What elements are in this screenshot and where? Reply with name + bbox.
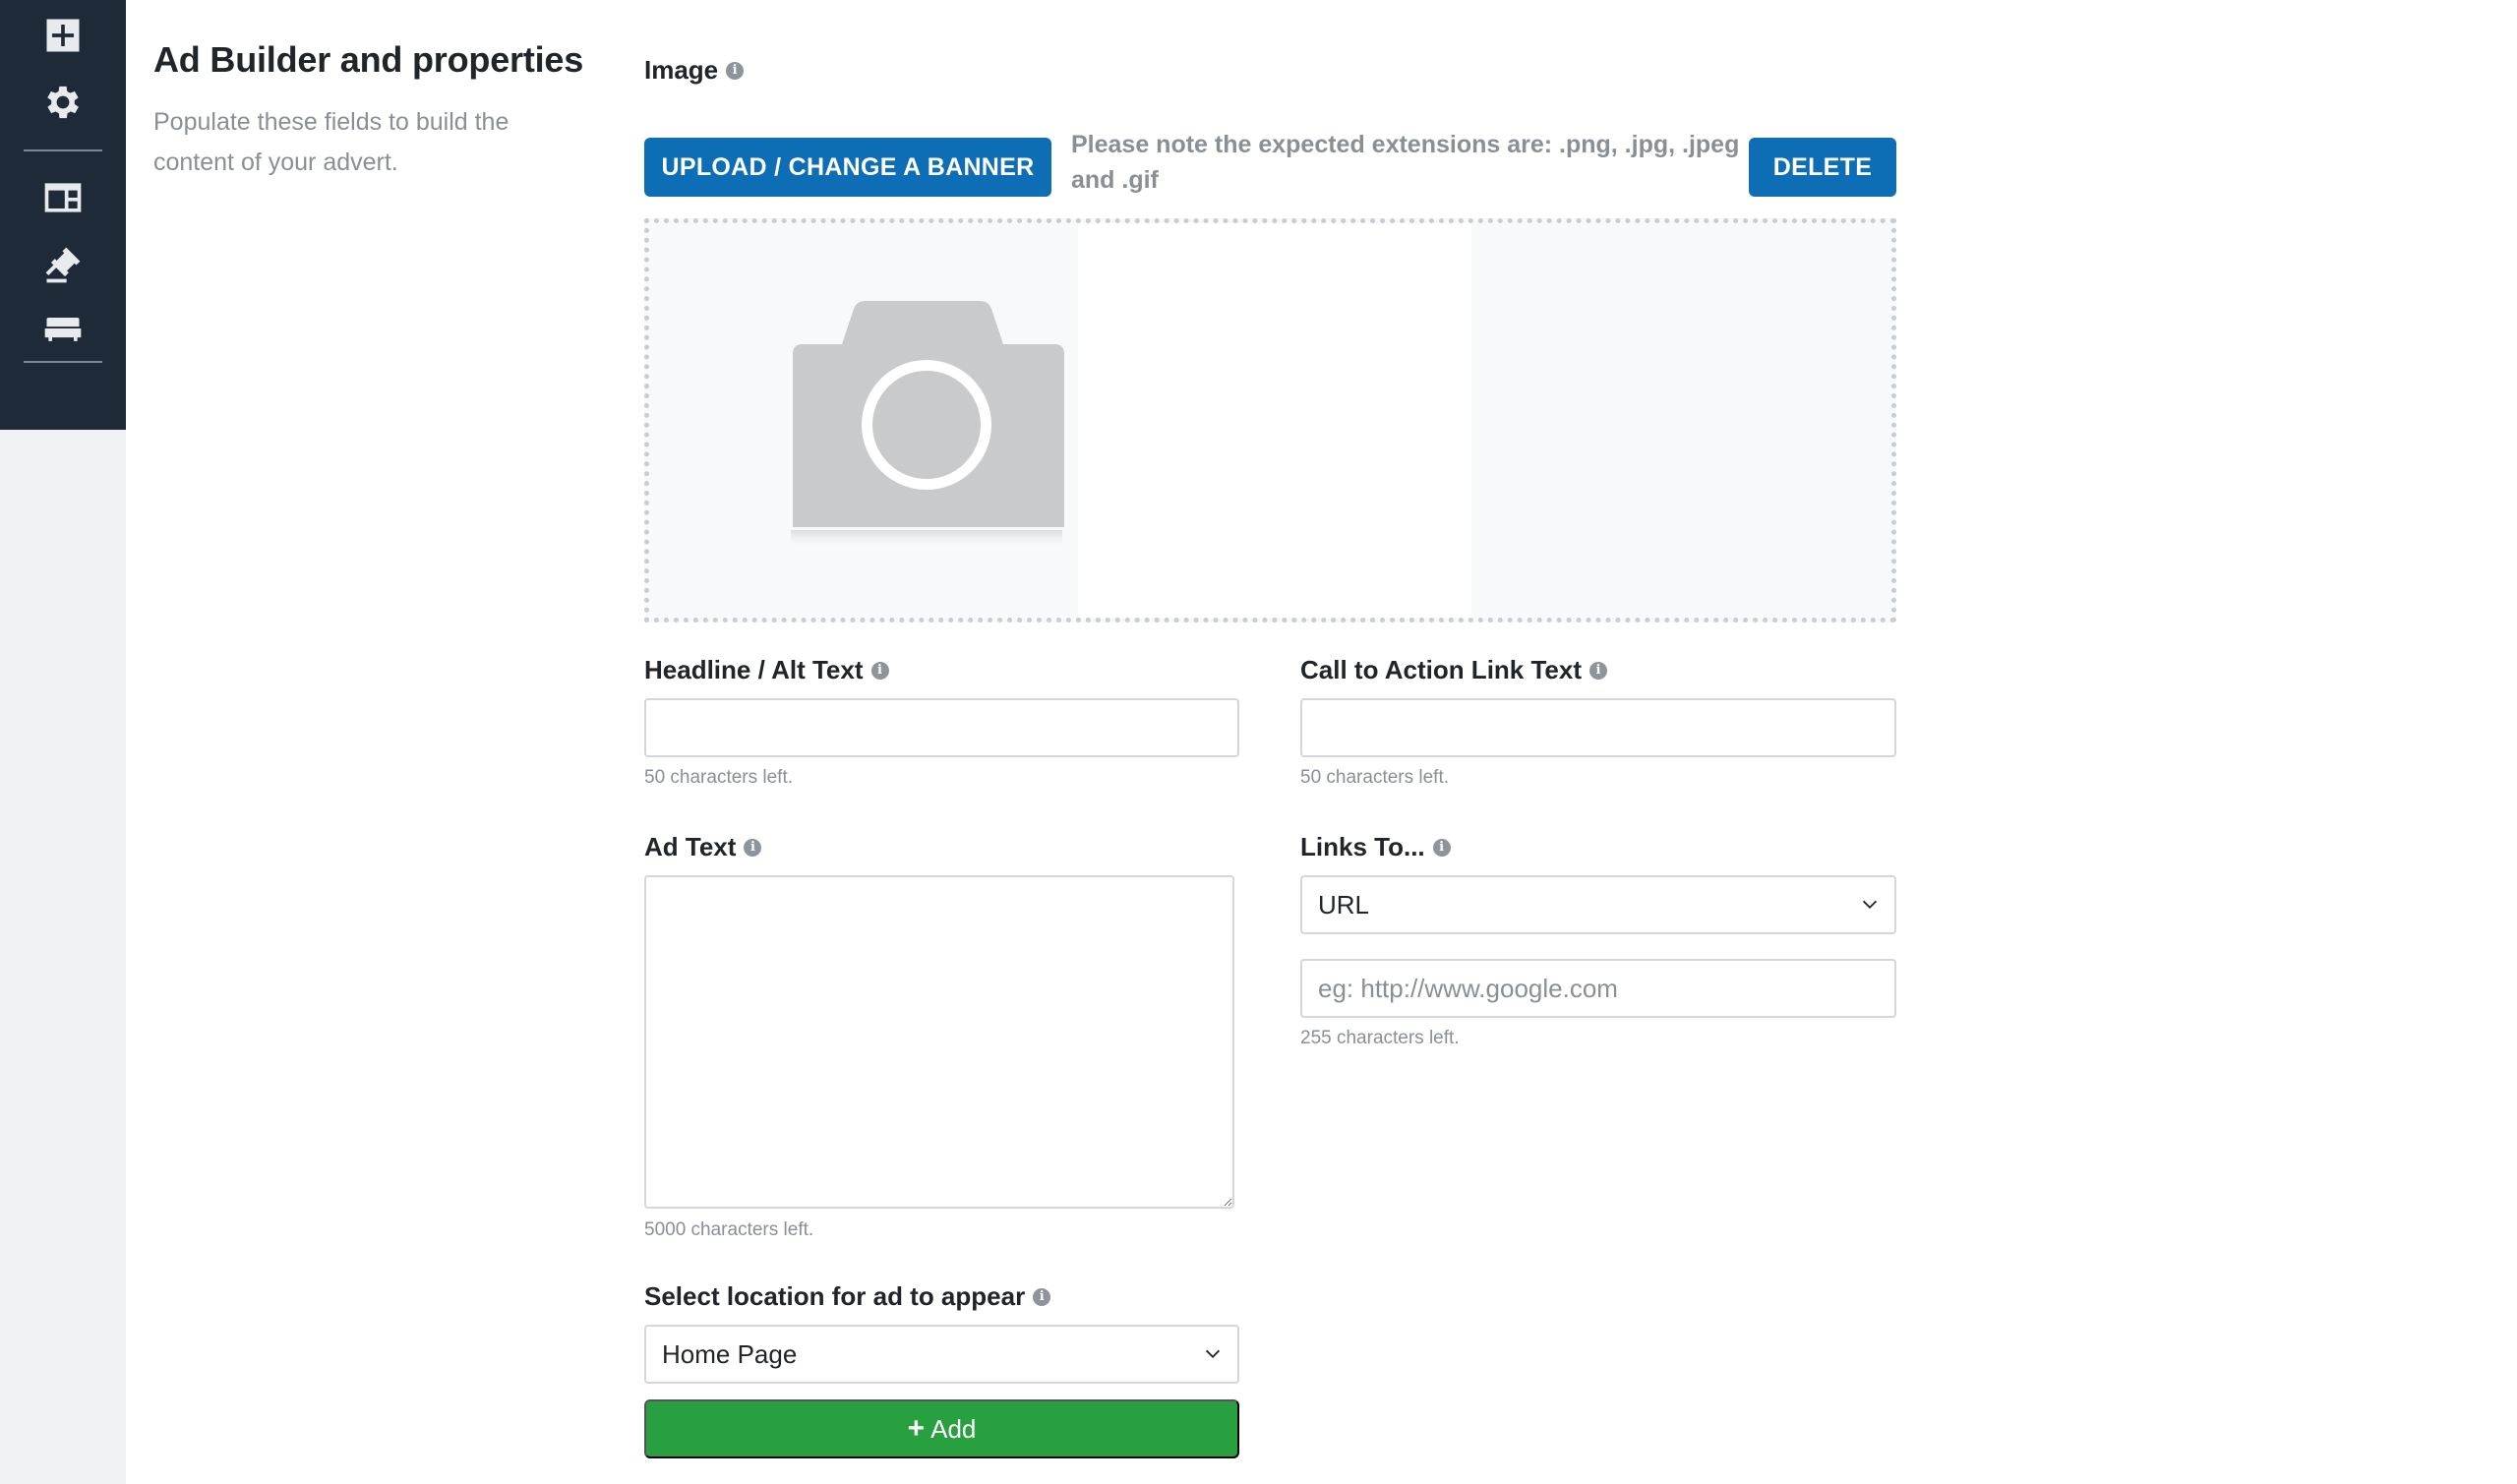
sidebar bbox=[0, 0, 126, 430]
extensions-note: Please note the expected extensions are:… bbox=[1071, 131, 1740, 194]
chevron-down-icon bbox=[1205, 1349, 1221, 1359]
url-helper: 255 characters left. bbox=[1300, 1028, 1460, 1048]
sidebar-divider bbox=[24, 361, 102, 363]
add-button-label: Add bbox=[930, 1413, 977, 1444]
layout-icon[interactable] bbox=[39, 174, 87, 221]
info-icon[interactable]: i bbox=[870, 661, 889, 680]
ad-text-label-text: Ad Text bbox=[644, 832, 737, 861]
headline-label: Headline / Alt Text i bbox=[644, 655, 889, 685]
cta-label-text: Call to Action Link Text bbox=[1300, 655, 1583, 684]
plus-icon: + bbox=[907, 1412, 926, 1445]
image-label: Image i bbox=[644, 55, 745, 86]
links-to-label: Links To... i bbox=[1300, 832, 1451, 862]
ad-text-textarea[interactable] bbox=[644, 875, 1234, 1209]
ad-text-helper: 5000 characters left. bbox=[644, 1219, 814, 1240]
links-to-selected: URL bbox=[1318, 889, 1370, 920]
camera-placeholder-icon bbox=[791, 301, 1064, 550]
links-to-label-text: Links To... bbox=[1300, 832, 1425, 861]
headline-input[interactable] bbox=[644, 698, 1239, 757]
add-button[interactable]: + Add bbox=[644, 1399, 1239, 1458]
ad-text-label: Ad Text i bbox=[644, 832, 762, 862]
links-to-select[interactable]: URL bbox=[1300, 875, 1896, 934]
cta-label: Call to Action Link Text i bbox=[1300, 655, 1608, 685]
location-label-text: Select location for ad to appear bbox=[644, 1281, 1026, 1311]
cta-input[interactable] bbox=[1300, 698, 1896, 757]
location-select[interactable]: Home Page bbox=[644, 1325, 1239, 1384]
page-description: Populate these fields to build the conte… bbox=[153, 108, 509, 176]
bed-icon[interactable] bbox=[39, 305, 87, 352]
location-label: Select location for ad to appear i bbox=[644, 1281, 1051, 1312]
headline-helper: 50 characters left. bbox=[644, 767, 794, 788]
image-label-text: Image bbox=[644, 55, 719, 85]
gavel-icon[interactable] bbox=[39, 241, 87, 288]
upload-banner-button[interactable]: UPLOAD / CHANGE A BANNER bbox=[644, 138, 1051, 197]
add-icon[interactable] bbox=[39, 12, 87, 59]
page-title: Ad Builder and properties bbox=[153, 39, 584, 80]
headline-label-text: Headline / Alt Text bbox=[644, 655, 864, 684]
url-input[interactable] bbox=[1300, 959, 1896, 1018]
cta-helper: 50 characters left. bbox=[1300, 767, 1450, 788]
location-selected: Home Page bbox=[662, 1338, 798, 1369]
chevron-down-icon bbox=[1862, 900, 1878, 910]
info-icon[interactable]: i bbox=[726, 61, 745, 80]
sidebar-divider bbox=[24, 149, 102, 151]
info-icon[interactable]: i bbox=[1432, 838, 1451, 857]
info-icon[interactable]: i bbox=[744, 838, 762, 857]
info-icon[interactable]: i bbox=[1589, 661, 1608, 680]
info-icon[interactable]: i bbox=[1033, 1287, 1051, 1306]
gear-icon[interactable] bbox=[39, 79, 87, 126]
delete-button[interactable]: DELETE bbox=[1749, 138, 1896, 197]
